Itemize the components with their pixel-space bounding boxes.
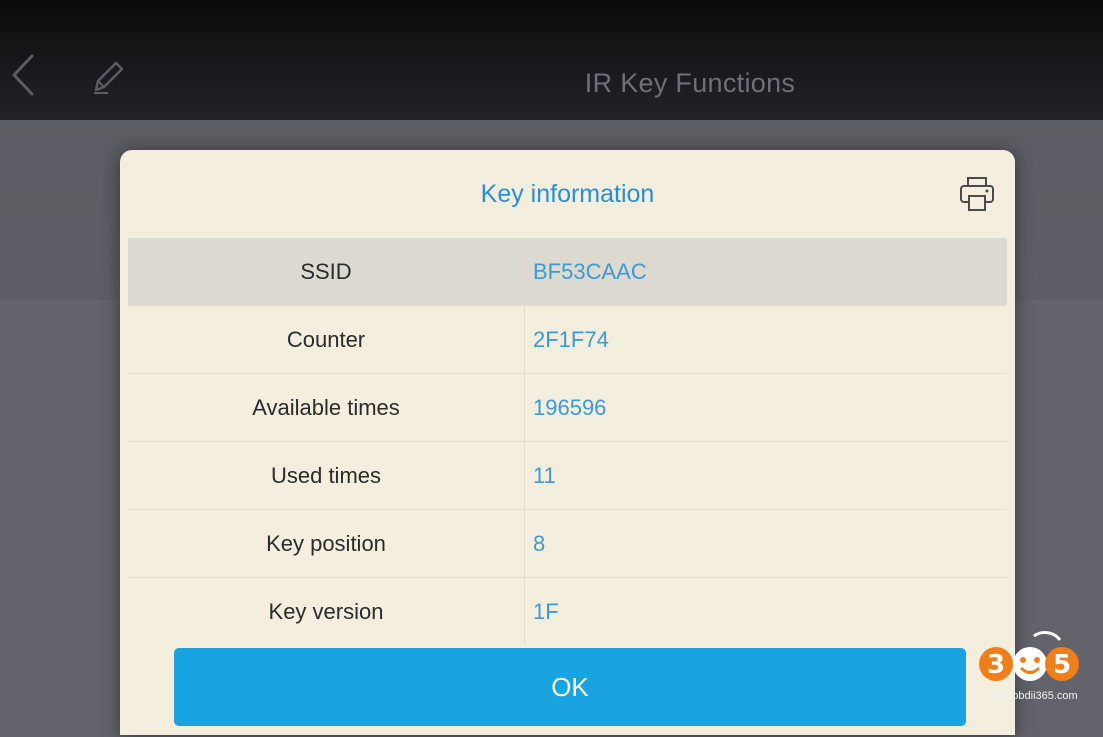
watermark-url: www.obdii365.com <box>986 690 1078 702</box>
row-label: Used times <box>128 442 525 509</box>
row-value: 1F <box>533 599 559 624</box>
info-row-key-version: Key version 1F <box>128 578 1007 645</box>
row-value: BF53CAAC <box>533 259 647 284</box>
print-button[interactable] <box>957 174 997 214</box>
edit-button[interactable] <box>88 56 128 96</box>
ok-button[interactable]: OK <box>174 648 966 726</box>
row-label: Available times <box>128 374 525 441</box>
row-value: 11 <box>533 463 556 488</box>
key-info-table: SSID BF53CAAC Counter 2F1F74 Available t… <box>128 238 1007 645</box>
row-label: Key position <box>128 510 525 577</box>
row-label: SSID <box>128 238 525 305</box>
dialog-title: Key information <box>480 180 655 208</box>
info-row-counter: Counter 2F1F74 <box>128 306 1007 374</box>
row-label: Key version <box>128 578 525 645</box>
row-value: 2F1F74 <box>533 327 609 352</box>
info-row-used-times: Used times 11 <box>128 442 1007 510</box>
svg-text:3: 3 <box>987 650 1005 680</box>
top-bar: IR Key Functions <box>0 0 1103 120</box>
printer-icon <box>960 177 994 211</box>
info-row-key-position: Key position 8 <box>128 510 1007 578</box>
screen: IR Key Functions Key information SSID BF… <box>0 0 1103 737</box>
chevron-left-icon <box>12 54 34 96</box>
row-value: 8 <box>533 531 546 556</box>
info-row-available-times: Available times 196596 <box>128 374 1007 442</box>
back-button[interactable] <box>8 52 38 98</box>
dialog-header: Key information <box>120 150 1015 238</box>
svg-text:5: 5 <box>1053 650 1071 680</box>
key-information-dialog: Key information SSID BF53CAAC Counter 2F… <box>120 150 1015 735</box>
info-row-ssid: SSID BF53CAAC <box>128 238 1007 306</box>
row-value: 196596 <box>533 395 607 420</box>
row-label: Counter <box>128 306 525 373</box>
page-title: IR Key Functions <box>584 68 796 98</box>
obdii365-logo-icon: 3 5 <box>979 631 1079 681</box>
pencil-icon <box>94 61 124 94</box>
